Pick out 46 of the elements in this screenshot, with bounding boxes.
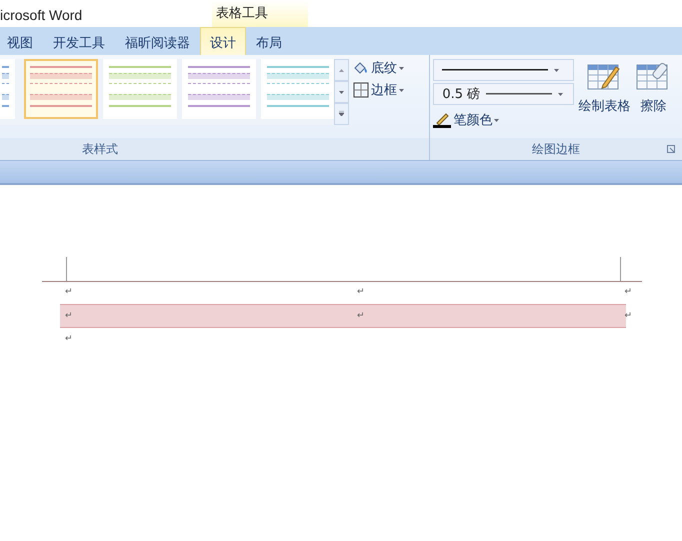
paragraph-mark: ↵ — [64, 287, 74, 297]
table-style-swatch[interactable] — [182, 59, 256, 119]
dropdown-caret-icon — [399, 66, 404, 70]
table-style-swatch[interactable] — [0, 59, 15, 119]
more-arrow-icon — [339, 110, 344, 116]
contextual-tab-group-label: 表格工具 — [212, 0, 308, 27]
up-arrow-icon — [339, 68, 344, 72]
pen-icon — [433, 112, 452, 128]
ribbon-tab[interactable]: 开发工具 — [43, 27, 115, 55]
group-label: 绘图边框 — [532, 140, 580, 158]
dropdown-caret-icon — [494, 118, 500, 122]
line-weight-icon — [486, 93, 552, 95]
dropdown-caret-icon — [558, 92, 564, 96]
shading-button[interactable]: 底纹 — [353, 59, 404, 77]
paragraph-mark: ↵ — [624, 287, 632, 297]
gallery-scroll-up-button[interactable] — [334, 59, 349, 81]
paragraph-mark: ↵ — [356, 287, 366, 297]
dropdown-caret-icon — [399, 88, 404, 92]
paint-bucket-icon — [353, 61, 369, 75]
gallery-scroll-down-button[interactable] — [334, 81, 349, 103]
borders-button[interactable]: 边框 — [353, 81, 404, 99]
borders-grid-icon — [353, 82, 369, 98]
draw-table-button[interactable]: 绘制表格 — [576, 59, 632, 117]
ribbon-tab[interactable]: 福昕阅读器 — [115, 27, 200, 55]
line-style-dropdown[interactable] — [433, 59, 574, 81]
paragraph-mark: ↵ — [64, 311, 74, 321]
table-style-swatch[interactable] — [103, 59, 177, 119]
dialog-launcher-icon[interactable] — [667, 145, 675, 153]
down-arrow-icon — [339, 90, 344, 94]
solid-line-icon — [442, 69, 548, 71]
table-style-swatch[interactable] — [261, 59, 335, 119]
pen-color-button[interactable]: 笔颜色 — [433, 111, 574, 129]
paragraph-mark: ↵ — [624, 311, 632, 321]
line-weight-dropdown[interactable]: 0.5 磅 — [433, 83, 574, 105]
table-eraser-icon — [636, 61, 670, 91]
ribbon-tab[interactable]: 设计 — [200, 27, 246, 55]
ribbon-tab[interactable]: 布局 — [246, 27, 292, 55]
group-label: 表样式 — [82, 140, 118, 158]
table-style-swatch[interactable] — [24, 59, 98, 119]
eraser-button[interactable]: 擦除 — [634, 59, 672, 117]
paragraph-mark: ↵ — [356, 311, 366, 321]
paragraph-mark: ↵ — [65, 334, 74, 344]
window-title: icrosoft Word — [0, 7, 82, 25]
ribbon-tab[interactable]: 视图 — [0, 27, 43, 55]
gallery-more-button[interactable] — [334, 103, 349, 125]
dropdown-caret-icon — [554, 68, 560, 72]
